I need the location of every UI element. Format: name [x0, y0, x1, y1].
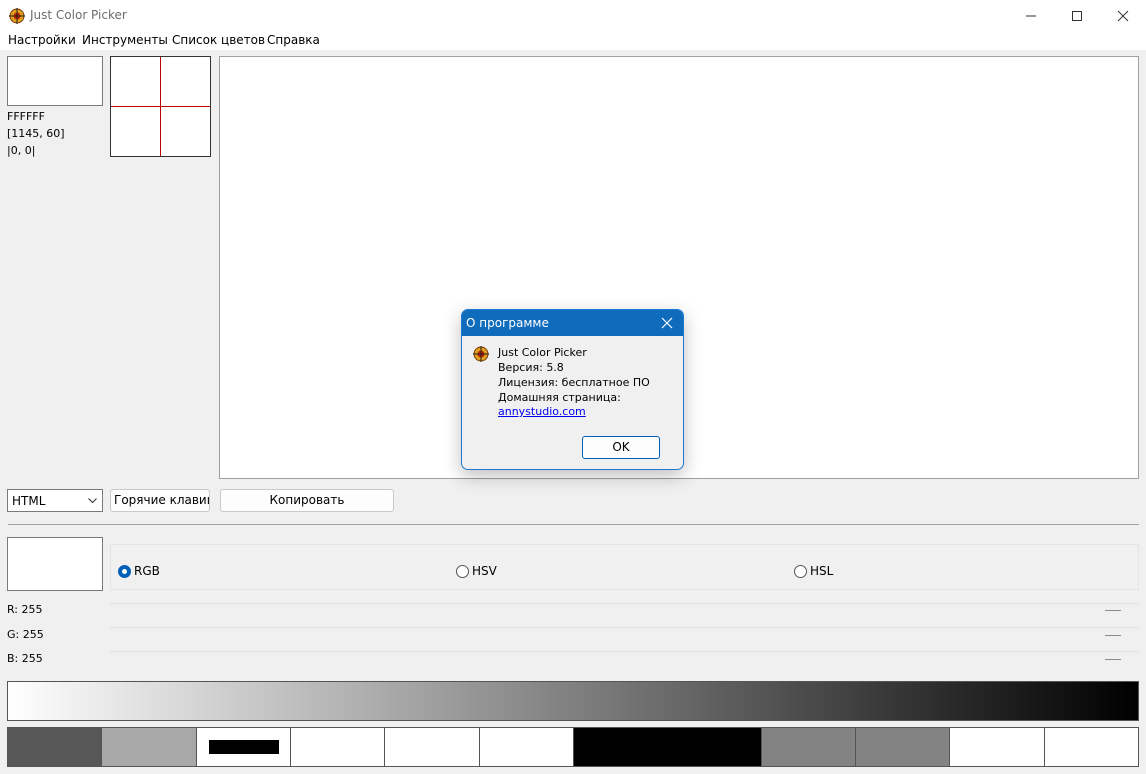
window-title: Just Color Picker [30, 8, 127, 22]
swatch[interactable] [385, 728, 480, 766]
copy-button[interactable]: Копировать [220, 489, 394, 512]
chevron-down-icon [88, 498, 97, 504]
radio-hsv[interactable] [456, 565, 469, 578]
swatch[interactable] [479, 728, 574, 766]
channel-g-slider[interactable] [110, 627, 1139, 628]
channel-b-thumb[interactable] [1105, 659, 1121, 660]
hex-value-text: FFFFFF [7, 110, 45, 123]
close-icon [1117, 10, 1129, 22]
swatch[interactable] [1044, 728, 1138, 766]
minimize-icon [1026, 15, 1036, 17]
title-bar: Just Color Picker [0, 0, 1146, 31]
channel-g-label: G: 255 [7, 628, 44, 641]
swatch[interactable] [102, 728, 197, 766]
menu-help[interactable]: Справка [267, 33, 320, 47]
radio-hsl-label: HSL [810, 564, 834, 578]
dialog-homepage-link[interactable]: annystudio.com [498, 405, 586, 418]
swatch[interactable] [761, 728, 856, 766]
menu-color-list[interactable]: Список цветов [172, 33, 265, 47]
swatch[interactable] [950, 728, 1045, 766]
menu-tools[interactable]: Инструменты [82, 33, 168, 47]
ok-button[interactable]: OK [582, 436, 660, 459]
swatch[interactable] [8, 728, 103, 766]
crosshair-lines [111, 57, 210, 156]
about-dialog: О программе Just Color Picker Версия: 5.… [461, 309, 684, 470]
dialog-close-icon[interactable] [658, 314, 676, 332]
radio-rgb[interactable] [118, 565, 131, 578]
radio-hsl[interactable] [794, 565, 807, 578]
swatch[interactable] [573, 728, 762, 766]
channel-b-slider[interactable] [110, 651, 1139, 652]
menu-settings[interactable]: Настройки [8, 33, 76, 47]
dialog-license: Лицензия: бесплатное ПО [498, 376, 650, 389]
channel-g-thumb[interactable] [1105, 635, 1121, 636]
dialog-version: Версия: 5.8 [498, 361, 564, 374]
radio-hsv-label: HSV [472, 564, 497, 578]
color-history-swatches [7, 727, 1139, 767]
crosshair-target-icon [473, 346, 489, 362]
radio-rgb-label: RGB [134, 564, 160, 578]
gradient-strip[interactable] [7, 681, 1139, 721]
cursor-position-text: [1145, 60] [7, 127, 65, 140]
channel-b-label: B: 255 [7, 652, 43, 665]
dialog-title-bar: О программе [462, 310, 683, 336]
maximize-icon [1072, 11, 1082, 21]
magnifier [110, 56, 211, 157]
divider [8, 524, 1139, 525]
dialog-title: О программе [466, 316, 549, 330]
dialog-homepage-label: Домашняя страница: [498, 391, 621, 404]
swatch-inner [208, 740, 279, 754]
close-window-button[interactable] [1100, 0, 1146, 31]
minimize-button[interactable] [1008, 0, 1054, 31]
swatch[interactable] [196, 728, 291, 766]
menu-bar: Настройки Инструменты Список цветов Спра… [0, 31, 1146, 50]
crosshair-target-icon [9, 8, 25, 24]
current-color-preview [7, 56, 103, 106]
hotkeys-button[interactable]: Горячие клавиши [110, 489, 210, 512]
channel-r-slider[interactable] [110, 603, 1139, 604]
format-select[interactable]: HTML [7, 489, 103, 512]
channel-r-thumb[interactable] [1105, 610, 1121, 611]
swatch[interactable] [855, 728, 951, 766]
maximize-button[interactable] [1054, 0, 1100, 31]
swatch[interactable] [290, 728, 386, 766]
format-select-value: HTML [12, 494, 46, 508]
color-mode-group [110, 544, 1139, 590]
dialog-app-name: Just Color Picker [498, 346, 587, 359]
offset-text: |0, 0| [7, 144, 36, 157]
selected-color-preview [7, 537, 103, 591]
channel-r-label: R: 255 [7, 603, 43, 616]
